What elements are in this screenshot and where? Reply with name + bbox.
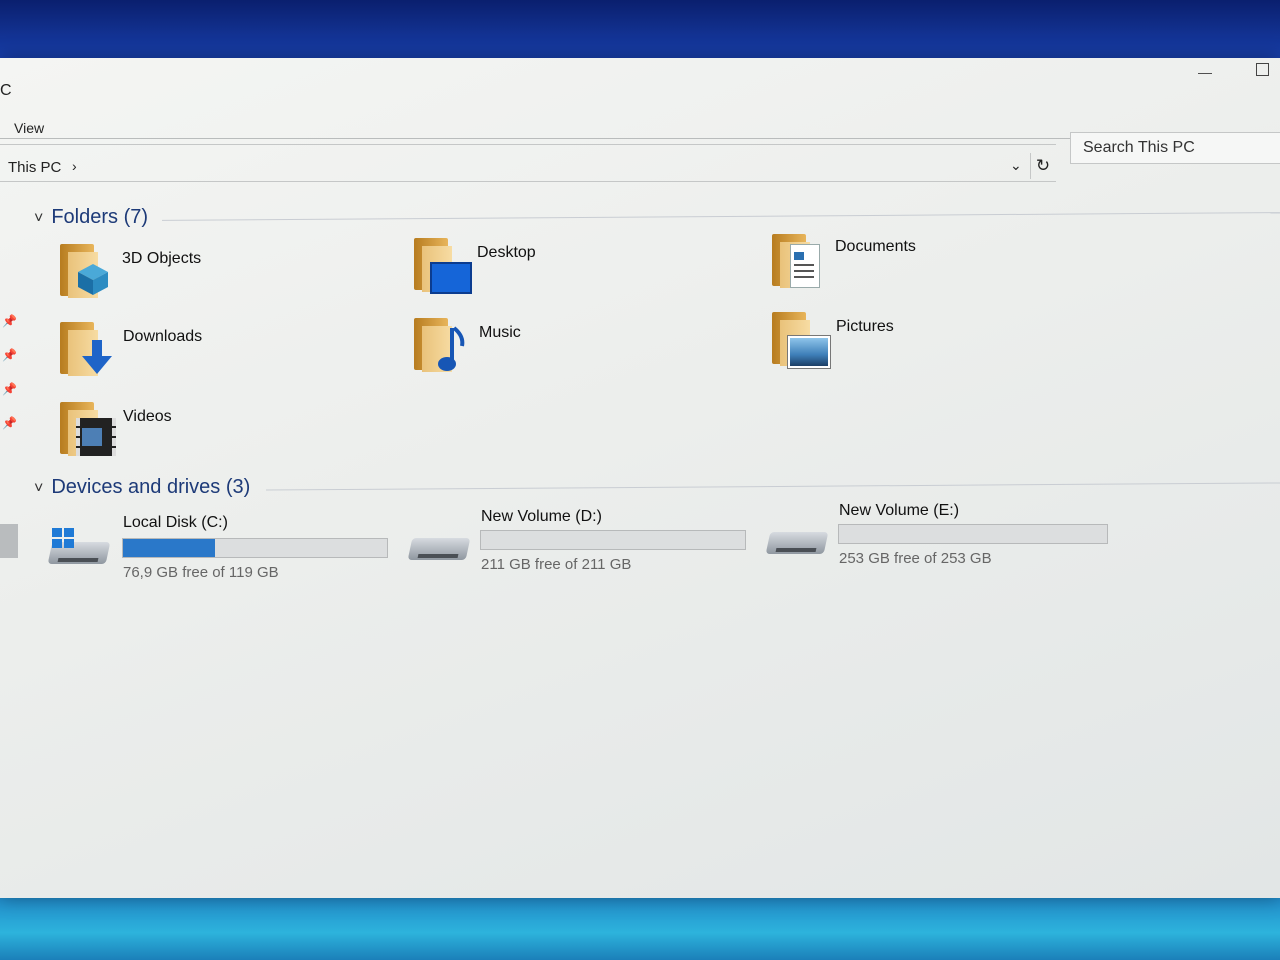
drive-icon [765,520,829,556]
drive-free-space: 76,9 GB free of 119 GB [123,564,279,581]
drive-usage-bar [480,530,746,550]
search-placeholder: Search This PC [1083,139,1195,156]
navigation-pane: 📌 📌 📌 📌 [0,188,22,888]
devices-group-title: Devices and drives (3) [51,476,251,498]
view-tab[interactable]: View [14,120,44,136]
folder-label: 3D Objects [122,250,202,267]
window-title: C [0,82,12,99]
drive-label: New Volume (D:) [481,508,602,525]
downloads-folder-icon [60,322,112,376]
drive-usage-bar [838,524,1108,544]
folder-label: Pictures [836,318,894,335]
drive-label: Local Disk (C:) [123,514,228,531]
devices-group-header[interactable]: ˅ Devices and drives (3) [34,476,250,499]
pin-icon[interactable]: 📌 [2,314,17,328]
drive-free-space: 211 GB free of 211 GB [481,556,632,573]
pin-icon[interactable]: 📌 [2,348,17,362]
folders-group-divider [162,212,1280,221]
drive-usage-bar [122,538,388,558]
drive-free-space: 253 GB free of 253 GB [839,550,992,567]
folders-group-header[interactable]: ˅ Folders (7) [34,206,148,229]
address-bar[interactable]: This PC › ⌄ ↻ [0,144,1056,182]
music-folder-icon [414,318,465,372]
videos-folder-icon [60,402,116,456]
3d-objects-icon [60,244,108,298]
drive-icon [407,526,471,562]
pictures-folder-icon [772,312,831,369]
local-disk-drive-icon [47,528,111,566]
search-input[interactable]: Search This PC [1070,132,1280,164]
chevron-down-icon[interactable]: ˅ [34,210,43,228]
pin-icon[interactable]: 📌 [2,416,17,430]
pin-icon[interactable]: 📌 [2,382,17,396]
folder-label: Downloads [123,328,203,345]
refresh-button[interactable]: ↻ [1030,153,1055,179]
desktop-folder-icon [414,238,472,294]
folders-group-title: Folders (7) [51,206,149,228]
devices-group-divider [266,482,1280,491]
breadcrumb-chevron-icon[interactable]: › [72,158,77,174]
folder-label: Desktop [477,244,536,261]
drive-label: New Volume (E:) [839,502,960,519]
title-bar: C — [0,58,1280,110]
drive-usage-fill [123,539,216,557]
taskbar-area [0,892,1280,960]
documents-folder-icon [772,234,820,288]
maximize-button[interactable] [1256,63,1269,76]
folder-label: Videos [123,408,172,425]
folder-label: Documents [835,238,916,255]
minimize-button[interactable]: — [1198,64,1212,80]
nav-selection-indicator [0,524,18,558]
file-explorer-window: C — View This PC › ⌄ ↻ Search This PC 📌 … [0,58,1280,898]
folder-label: Music [479,324,521,341]
chevron-down-icon[interactable]: ˅ [34,480,43,498]
breadcrumb-this-pc[interactable]: This PC [8,159,61,176]
address-dropdown-icon[interactable]: ⌄ [1010,157,1022,174]
